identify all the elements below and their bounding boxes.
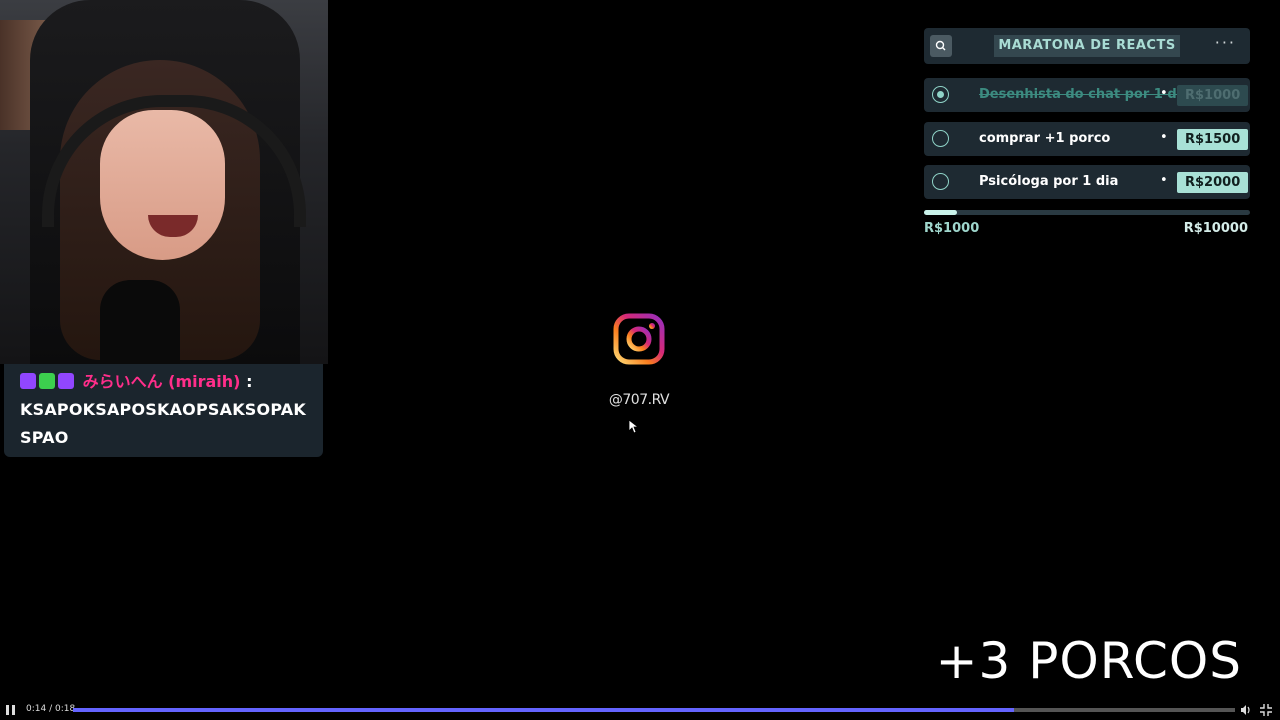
seek-bar[interactable] bbox=[73, 708, 1235, 712]
goal-checkbox[interactable] bbox=[932, 173, 949, 190]
goal-bullet: • bbox=[1160, 86, 1168, 101]
goal-price: R$1000 bbox=[1177, 85, 1249, 106]
search-button[interactable] bbox=[930, 35, 952, 57]
webcam-feed bbox=[0, 0, 328, 364]
goal-item[interactable]: Psicóloga por 1 dia • R$2000 bbox=[924, 165, 1250, 199]
marathon-header: MARATONA DE REACTS ··· bbox=[924, 28, 1250, 64]
chat-text: KSAPOKSAPOSKAOPSAKSOPAKSPAO bbox=[20, 400, 306, 447]
sub-badge-icon bbox=[39, 373, 55, 389]
instagram-handle: @707.RV bbox=[608, 392, 670, 408]
volume-icon[interactable] bbox=[1240, 704, 1252, 716]
progress-min-label: R$1000 bbox=[924, 221, 980, 236]
chat-message: みらいへん (miraih) : KSAPOKSAPOSKAOPSAKSOPAK… bbox=[4, 364, 323, 457]
video-caption: +3 PORCOS bbox=[935, 632, 1242, 690]
streamer-face bbox=[100, 110, 225, 260]
first-badge-icon bbox=[58, 373, 74, 389]
marathon-progress-fill bbox=[924, 210, 957, 215]
progress-max-label: R$10000 bbox=[1183, 221, 1248, 236]
goal-label: comprar +1 porco bbox=[979, 131, 1111, 146]
playback-time: 0:14 / 0:18 bbox=[26, 704, 76, 714]
goal-label: Psicóloga por 1 dia bbox=[979, 174, 1119, 189]
instagram-icon bbox=[613, 313, 665, 365]
goal-item[interactable]: comprar +1 porco • R$1500 bbox=[924, 122, 1250, 156]
goal-bullet: • bbox=[1160, 130, 1168, 145]
goal-checkbox[interactable] bbox=[932, 86, 949, 103]
exit-fullscreen-icon[interactable] bbox=[1260, 704, 1272, 716]
goal-bullet: • bbox=[1160, 173, 1168, 188]
marathon-title: MARATONA DE REACTS bbox=[994, 35, 1180, 57]
chat-header: みらいへん (miraih) : bbox=[20, 368, 307, 396]
search-icon bbox=[935, 40, 946, 51]
microphone bbox=[100, 280, 180, 364]
marathon-progress-bar bbox=[924, 210, 1250, 215]
goal-price: R$2000 bbox=[1177, 172, 1249, 193]
goal-checkbox[interactable] bbox=[932, 130, 949, 147]
mouse-cursor-icon bbox=[629, 420, 639, 434]
more-options-button[interactable]: ··· bbox=[1215, 33, 1236, 52]
chat-username: みらいへん (miraih) bbox=[82, 372, 241, 391]
pause-icon[interactable] bbox=[6, 705, 16, 715]
seek-bar-fill bbox=[73, 708, 1015, 712]
twitch-badge-icon bbox=[20, 373, 36, 389]
goal-item[interactable]: Desenhista do chat por 1 dia • R$1000 bbox=[924, 78, 1250, 112]
goal-label: Desenhista do chat por 1 dia bbox=[979, 87, 1177, 102]
chat-separator: : bbox=[246, 372, 253, 391]
goal-price: R$1500 bbox=[1177, 129, 1249, 150]
